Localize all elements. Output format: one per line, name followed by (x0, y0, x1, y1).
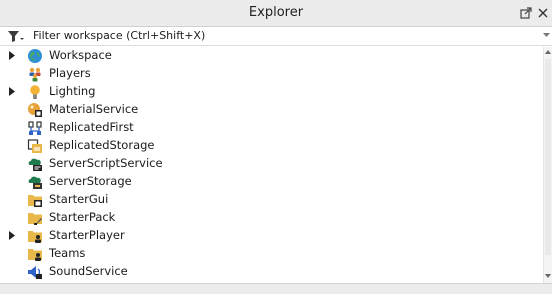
undock-icon[interactable] (519, 6, 533, 20)
explorer-titlebar: Explorer (0, 0, 552, 27)
close-icon[interactable] (536, 6, 550, 20)
scroll-up-arrow-icon[interactable] (545, 50, 551, 54)
replicated-first-icon (28, 121, 42, 135)
expand-arrow-icon[interactable] (9, 51, 15, 60)
tree-item-lighting[interactable]: Lighting (0, 83, 543, 101)
tree-item-label: ServerStorage (49, 174, 132, 188)
tree-item-label: MaterialService (49, 102, 139, 116)
tree-item-workspace[interactable]: Workspace (0, 47, 543, 65)
window-title: Explorer (248, 5, 304, 20)
tree-item-label: StarterPack (49, 210, 116, 224)
server-storage-icon (28, 176, 42, 189)
filter-workspace-input[interactable] (33, 27, 533, 44)
filter-bar (0, 27, 552, 46)
explorer-tree: Workspace Players Lighting MaterialServi… (0, 47, 543, 283)
starter-pack-icon (28, 213, 42, 225)
players-icon (29, 67, 41, 82)
workspace-globe-icon (28, 49, 42, 63)
sound-service-icon (28, 266, 42, 279)
expand-arrow-icon[interactable] (9, 87, 15, 96)
tree-item-label: Players (49, 66, 91, 80)
scrollbar-thumb[interactable] (545, 59, 551, 255)
tree-item-startergui[interactable]: StarterGui (0, 191, 543, 209)
tree-item-label: ReplicatedStorage (49, 138, 155, 152)
tree-item-materialservice[interactable]: MaterialService (0, 101, 543, 119)
tree-item-label: SoundService (49, 264, 128, 278)
tree-item-label: Teams (49, 246, 86, 260)
tree-item-label: StarterGui (49, 192, 109, 206)
starter-player-icon (28, 231, 42, 243)
tree-item-replicatedfirst[interactable]: ReplicatedFirst (0, 119, 543, 137)
teams-icon (28, 249, 42, 261)
starter-gui-icon (28, 195, 42, 207)
filter-funnel-icon[interactable] (7, 30, 25, 43)
tree-item-starterpack[interactable]: StarterPack (0, 209, 543, 227)
replicated-storage-icon (27, 139, 42, 153)
tree-item-serverscriptservice[interactable]: ServerScriptService (0, 155, 543, 173)
expand-arrow-icon[interactable] (9, 231, 15, 240)
tree-item-label: ServerScriptService (49, 156, 163, 170)
lightbulb-icon (30, 85, 40, 99)
tree-item-serverstorage[interactable]: ServerStorage (0, 173, 543, 191)
tree-item-teams[interactable]: Teams (0, 245, 543, 263)
tree-item-label: Workspace (49, 48, 112, 62)
scroll-down-arrow-icon[interactable] (545, 274, 551, 278)
tree-item-players[interactable]: Players (0, 65, 543, 83)
tree-item-soundservice[interactable]: SoundService (0, 263, 543, 281)
vertical-scrollbar[interactable] (543, 47, 552, 283)
chevron-down-icon[interactable] (543, 33, 550, 38)
tree-item-starterplayer[interactable]: StarterPlayer (0, 227, 543, 245)
material-service-icon (28, 103, 42, 117)
horizontal-scrollbar[interactable] (0, 283, 552, 294)
server-script-service-icon (28, 158, 42, 171)
tree-item-replicatedstorage[interactable]: ReplicatedStorage (0, 137, 543, 155)
tree-item-label: StarterPlayer (49, 228, 125, 242)
tree-item-label: ReplicatedFirst (49, 120, 134, 134)
tree-item-label: Lighting (49, 84, 96, 98)
